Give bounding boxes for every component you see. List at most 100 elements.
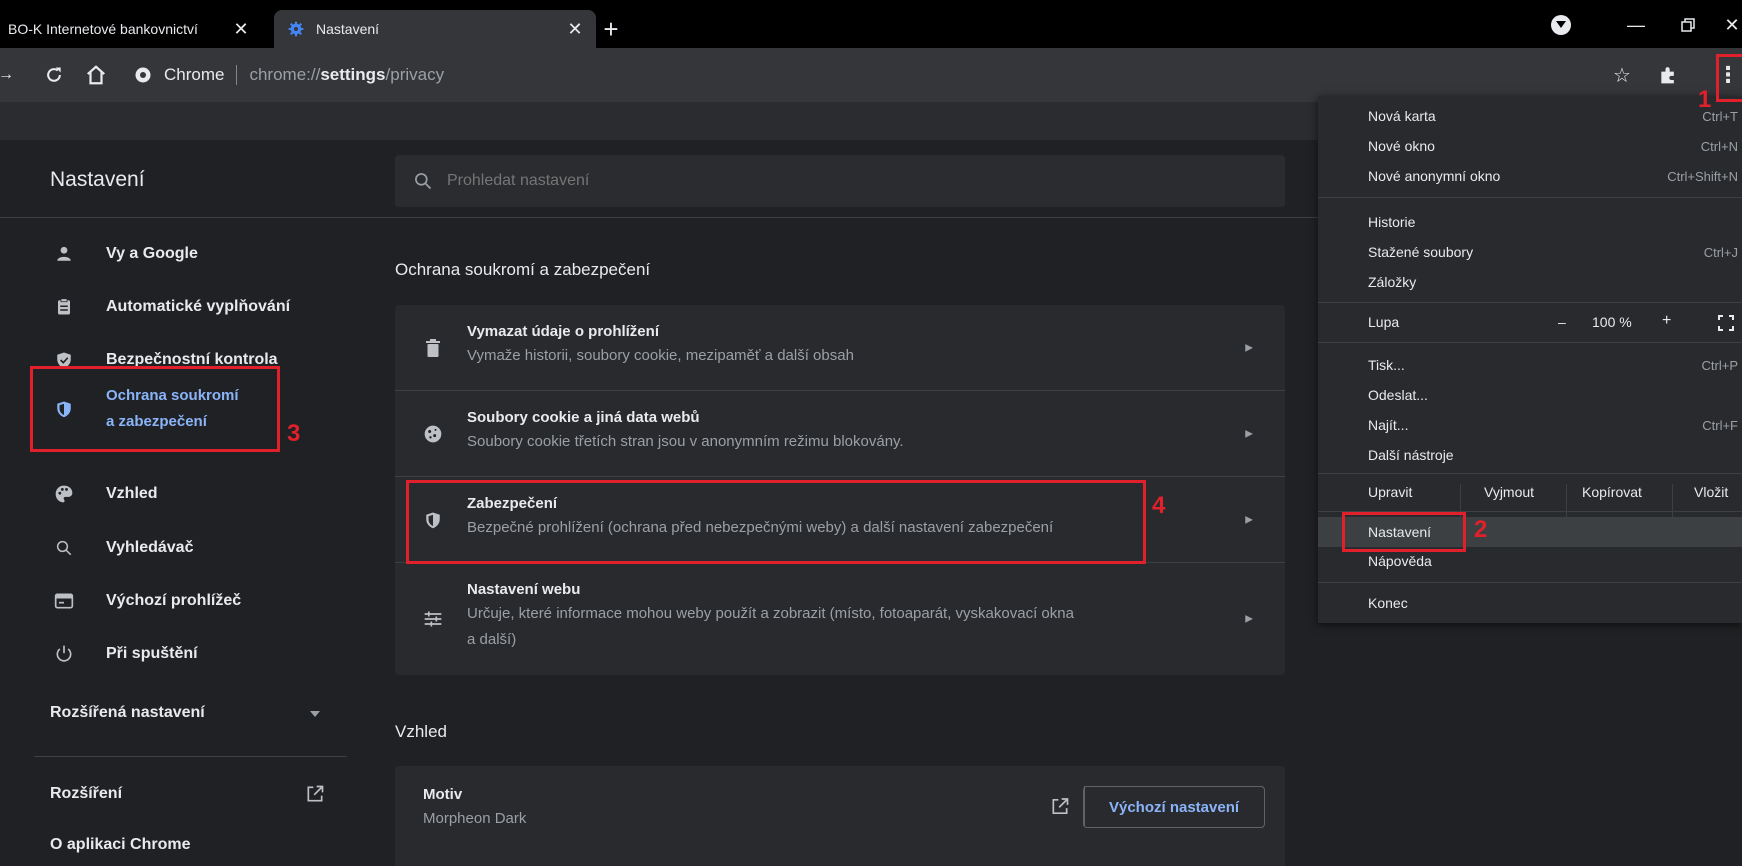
reset-theme-button[interactable]: Výchozí nastavení [1083,786,1265,828]
arrow-right-icon: ▶ [1245,514,1253,525]
search-icon [52,536,76,560]
sidebar-item-search-engine[interactable]: Vyhledávač [0,522,350,574]
annotation-number-3: 3 [287,420,301,447]
sidebar-item-label: Výchozí prohlížeč [106,592,242,609]
url-host: settings [320,65,386,84]
arrow-right-icon: ▶ [1245,613,1253,625]
menu-label: Nové okno [1368,138,1435,154]
annotation-box-3 [30,366,280,452]
row-site-settings[interactable]: Nastavení webu Určuje, které informace m… [395,563,1285,675]
menu-item-bookmarks[interactable]: Záložky [1318,267,1742,297]
minimize-button[interactable]: — [1616,8,1656,42]
cookie-icon [421,422,445,446]
new-tab-button[interactable]: + [596,14,626,44]
tab-settings[interactable]: Nastavení ✕ [274,10,596,48]
palette-icon [52,482,76,506]
sidebar-item-label: Automatické vyplňování [106,298,291,315]
zoom-label: Lupa [1368,314,1400,330]
toolbar: → Chrome chrome://settings/privacy ☆ ⋮ [0,48,1742,102]
open-in-new-icon [307,785,324,802]
menu-label: Nápověda [1368,553,1432,569]
search-box[interactable] [395,155,1285,207]
search-icon [415,173,432,190]
appearance-section-title: Vzhled [395,722,447,741]
sidebar-item-default-browser[interactable]: Výchozí prohlížeč [0,575,350,627]
menu-item-find[interactable]: Najít... Ctrl+F [1318,410,1742,440]
row-theme[interactable]: Motiv Morpheon Dark Výchozí nastavení [395,766,1285,852]
menu-item-more-tools[interactable]: Další nástroje [1318,440,1742,470]
annotation-number-2: 2 [1474,516,1488,543]
row-subtitle: Určuje, které informace mohou weby použí… [467,605,1074,622]
profile-icon[interactable] [1551,15,1571,35]
row-subtitle: Vymaže historii, soubory cookie, mezipam… [467,347,854,364]
sidebar-item-appearance[interactable]: Vzhled [0,468,350,520]
menu-item-downloads[interactable]: Stažené soubory Ctrl+J [1318,237,1742,267]
menu-item-exit[interactable]: Konec [1318,588,1742,618]
paste-button[interactable]: Vložit [1694,484,1728,500]
home-button[interactable] [80,59,112,91]
divider [34,756,347,757]
menu-label: Další nástroje [1368,447,1454,463]
tune-icon [421,607,445,631]
menu-item-new-incognito[interactable]: Nové anonymní okno Ctrl+Shift+N [1318,161,1742,191]
menu-item-new-tab[interactable]: Nová karta Ctrl+T [1318,101,1742,131]
row-title: Vymazat údaje o prohlížení [467,323,659,340]
sidebar-item-extensions[interactable]: Rozšíření [50,784,325,804]
menu-shortcut: Ctrl+F [1702,417,1738,433]
row-clear-browsing-data[interactable]: Vymazat údaje o prohlížení Vymaže histor… [395,305,1285,391]
privacy-section-title: Ochrana soukromí a zabezpečení [395,260,651,279]
menu-label: Tisk... [1368,357,1405,373]
row-cookies[interactable]: Soubory cookie a jiná data webů Soubory … [395,391,1285,477]
restore-icon [1681,18,1695,32]
sidebar-item-label: Vy a Google [106,245,198,262]
extensions-label: Rozšíření [50,785,123,802]
arrow-right-icon: ▶ [1245,428,1253,439]
annotation-box-1 [1716,54,1742,102]
tab-bank[interactable]: BO-K Internetové bankovnictví ✕ [0,10,262,48]
menu-item-new-window[interactable]: Nové okno Ctrl+N [1318,131,1742,161]
annotation-number-4: 4 [1152,492,1166,519]
annotation-box-4 [406,480,1146,564]
settings-header: Nastavení [0,140,1320,218]
zoom-level: 100 % [1592,314,1632,330]
bookmark-star-button[interactable]: ☆ [1606,59,1638,91]
zoom-in-button[interactable]: + [1662,312,1671,330]
tab-title: Nastavení [316,21,380,37]
home-icon [87,65,105,85]
close-window-button[interactable]: ✕ [1712,8,1742,42]
annotation-number-1: 1 [1698,86,1712,113]
cut-button[interactable]: Vyjmout [1484,484,1534,500]
arrow-right-icon: ▶ [1245,342,1253,353]
advanced-settings-toggle[interactable]: Rozšířená nastavení [50,704,320,722]
menu-shortcut: Ctrl+Shift+N [1667,168,1738,184]
forward-icon[interactable]: → [0,59,22,91]
chevron-down-icon [310,711,320,717]
extensions-button[interactable] [1652,59,1684,91]
menu-item-history[interactable]: Historie [1318,207,1742,237]
gear-icon [288,21,304,37]
close-icon[interactable]: ✕ [564,18,586,40]
open-in-new-icon[interactable] [1050,797,1070,822]
menu-item-cast[interactable]: Odeslat... [1318,380,1742,410]
puzzle-icon [1661,67,1674,84]
sidebar-item-autofill[interactable]: Automatické vyplňování [0,281,350,333]
menu-label: Nové anonymní okno [1368,168,1501,184]
menu-item-print[interactable]: Tisk... Ctrl+P [1318,350,1742,380]
fullscreen-icon[interactable] [1718,315,1734,334]
zoom-out-button[interactable]: – [1558,314,1566,330]
address-bar[interactable]: Chrome chrome://settings/privacy [134,55,1588,95]
tab-strip: BO-K Internetové bankovnictví ✕ Nastaven… [0,0,1742,48]
menu-edit-row: Upravit Vyjmout Kopírovat Vložit [1318,473,1742,522]
row-title: Soubory cookie a jiná data webů [467,409,700,426]
close-icon[interactable]: ✕ [230,18,252,40]
tab-title: BO-K Internetové bankovnictví [8,21,198,37]
search-input[interactable] [445,171,1249,191]
reload-button[interactable] [38,59,70,91]
url-scheme: chrome:// [249,65,321,84]
restore-button[interactable] [1668,8,1708,42]
sidebar-item-you-and-google[interactable]: Vy a Google [0,228,350,280]
sidebar-item-about-chrome[interactable]: O aplikaci Chrome [50,836,191,854]
sidebar-item-on-startup[interactable]: Při spuštění [0,628,350,680]
trash-icon [421,336,445,360]
copy-button[interactable]: Kopírovat [1582,484,1642,500]
